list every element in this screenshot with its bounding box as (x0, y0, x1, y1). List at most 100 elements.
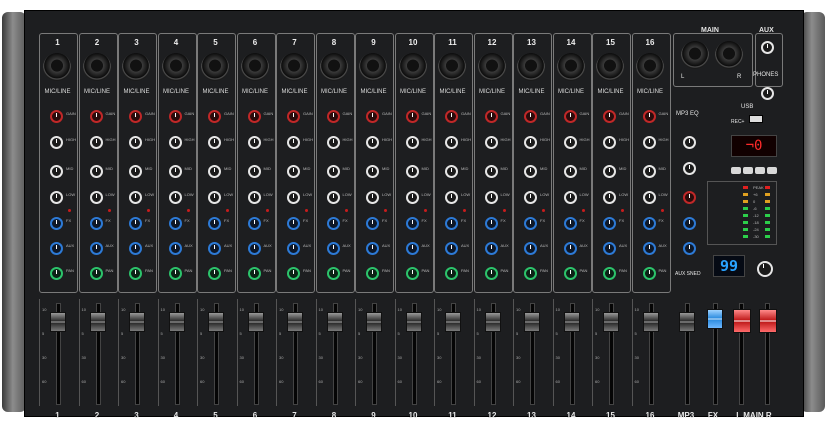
mid-knob[interactable] (89, 165, 103, 178)
phones-jack[interactable] (761, 87, 774, 100)
channel-fader[interactable] (524, 312, 540, 332)
gain-knob[interactable] (287, 110, 300, 123)
main-fader[interactable] (733, 309, 751, 333)
gain-knob[interactable] (484, 110, 498, 123)
low-knob[interactable] (50, 191, 63, 204)
xlr-input-jack[interactable] (517, 53, 545, 81)
fx-knob[interactable] (326, 217, 340, 230)
high-knob[interactable] (563, 136, 577, 149)
aux-knob[interactable] (247, 242, 261, 255)
xlr-input-jack[interactable] (556, 53, 585, 81)
usb-port[interactable] (749, 115, 763, 123)
low-knob[interactable] (129, 191, 142, 204)
fx-knob[interactable] (366, 217, 379, 230)
fx-knob[interactable] (50, 217, 63, 230)
mid-knob[interactable] (603, 165, 616, 178)
xlr-input-jack[interactable] (398, 53, 427, 81)
fx-knob[interactable] (642, 217, 656, 230)
channel-fader[interactable] (247, 312, 264, 332)
high-knob[interactable] (168, 136, 182, 149)
master-section-knob[interactable] (683, 162, 696, 175)
channel-fader[interactable] (129, 312, 145, 332)
channel-fader[interactable] (366, 312, 382, 332)
gain-knob[interactable] (168, 110, 182, 123)
high-knob[interactable] (326, 136, 340, 149)
aux-knob[interactable] (50, 242, 63, 255)
high-knob[interactable] (50, 136, 63, 149)
fx-knob[interactable] (445, 217, 458, 230)
mid-knob[interactable] (484, 165, 498, 178)
mid-knob[interactable] (326, 165, 340, 178)
gain-knob[interactable] (326, 110, 340, 123)
fx-knob[interactable] (287, 217, 300, 230)
fx-knob[interactable] (89, 217, 103, 230)
aux-knob[interactable] (287, 242, 300, 255)
xlr-input-jack[interactable] (438, 53, 466, 81)
high-knob[interactable] (366, 136, 379, 149)
channel-fader[interactable] (642, 312, 659, 332)
high-knob[interactable] (287, 136, 300, 149)
gain-knob[interactable] (129, 110, 142, 123)
gain-knob[interactable] (247, 110, 261, 123)
high-knob[interactable] (603, 136, 616, 149)
channel-fader[interactable] (326, 312, 343, 332)
pan-knob[interactable] (642, 267, 656, 280)
mid-knob[interactable] (445, 165, 458, 178)
low-knob[interactable] (247, 191, 261, 204)
xlr-input-jack[interactable] (359, 53, 387, 81)
gain-knob[interactable] (366, 110, 379, 123)
aux-knob[interactable] (89, 242, 103, 255)
fx-knob[interactable] (563, 217, 577, 230)
channel-fader[interactable] (445, 312, 461, 332)
gain-knob[interactable] (563, 110, 577, 123)
pan-knob[interactable] (603, 267, 616, 280)
fx-fader[interactable] (707, 309, 723, 329)
pan-knob[interactable] (484, 267, 498, 280)
main-fader[interactable] (759, 309, 777, 333)
mp3-control-button[interactable] (743, 167, 753, 174)
xlr-input-jack[interactable] (82, 53, 111, 81)
mid-knob[interactable] (50, 165, 63, 178)
master-section-knob[interactable] (683, 217, 696, 230)
pan-knob[interactable] (89, 267, 103, 280)
mid-knob[interactable] (524, 165, 537, 178)
pan-knob[interactable] (208, 267, 221, 280)
pan-knob[interactable] (326, 267, 340, 280)
mid-knob[interactable] (208, 165, 221, 178)
mid-knob[interactable] (168, 165, 182, 178)
fx-knob[interactable] (247, 217, 261, 230)
low-knob[interactable] (208, 191, 221, 204)
aux-knob[interactable] (168, 242, 182, 255)
aux-knob[interactable] (603, 242, 616, 255)
gain-knob[interactable] (50, 110, 63, 123)
xlr-input-jack[interactable] (43, 53, 71, 81)
aux-knob[interactable] (563, 242, 577, 255)
xlr-input-jack[interactable] (477, 53, 506, 81)
mid-knob[interactable] (405, 165, 419, 178)
low-knob[interactable] (287, 191, 300, 204)
channel-fader[interactable] (168, 312, 185, 332)
high-knob[interactable] (247, 136, 261, 149)
low-knob[interactable] (484, 191, 498, 204)
main-left-jack[interactable] (681, 41, 709, 69)
mid-knob[interactable] (366, 165, 379, 178)
low-knob[interactable] (445, 191, 458, 204)
mid-knob[interactable] (247, 165, 261, 178)
channel-fader[interactable] (603, 312, 619, 332)
xlr-input-jack[interactable] (596, 53, 624, 81)
aux-jack[interactable] (761, 41, 774, 54)
channel-fader[interactable] (89, 312, 106, 332)
master-section-knob[interactable] (683, 191, 696, 204)
high-knob[interactable] (445, 136, 458, 149)
gain-knob[interactable] (524, 110, 537, 123)
low-knob[interactable] (524, 191, 537, 204)
aux-knob[interactable] (366, 242, 379, 255)
gain-knob[interactable] (642, 110, 656, 123)
low-knob[interactable] (89, 191, 103, 204)
master-section-knob[interactable] (683, 242, 696, 255)
gain-knob[interactable] (603, 110, 616, 123)
pan-knob[interactable] (563, 267, 577, 280)
channel-fader[interactable] (484, 312, 501, 332)
mp3-control-button[interactable] (731, 167, 741, 174)
xlr-input-jack[interactable] (240, 53, 269, 81)
